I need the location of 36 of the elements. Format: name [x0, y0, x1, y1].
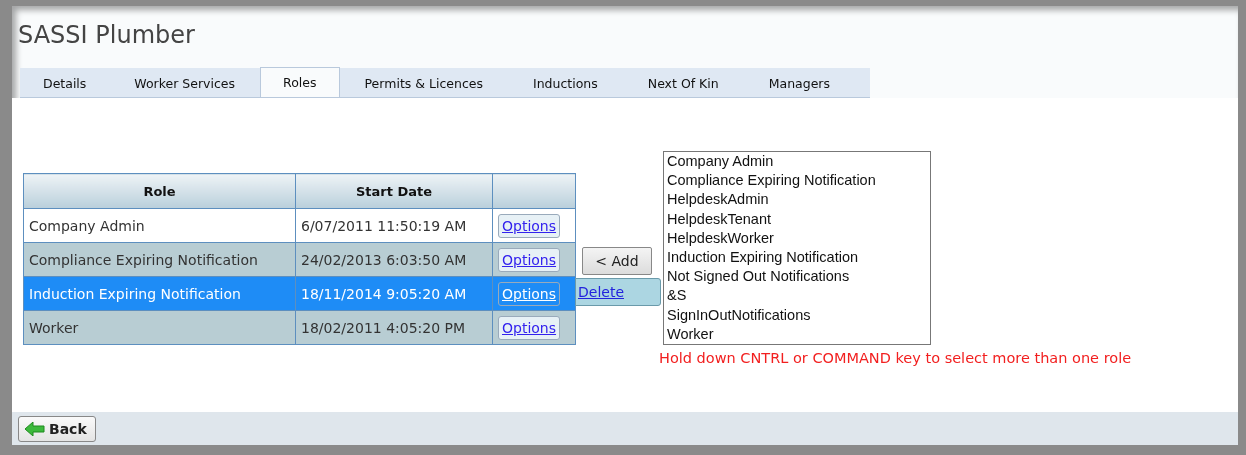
add-button[interactable]: < Add: [582, 247, 652, 275]
hint-text: Hold down CNTRL or COMMAND key to select more than one role: [659, 350, 1132, 366]
tab[interactable]: Inductions: [508, 68, 623, 97]
list-item[interactable]: Compliance Expiring Notification: [667, 171, 927, 191]
table-cell: 18/02/2011 4:05:20 PM: [295, 310, 493, 345]
arrow-left-icon: [25, 421, 45, 436]
options-link[interactable]: Options: [498, 213, 561, 238]
list-item[interactable]: SignInOutNotifications: [667, 305, 927, 325]
options-link[interactable]: Options: [498, 315, 561, 340]
list-item[interactable]: Induction Expiring Notification: [667, 248, 927, 268]
list-item[interactable]: HelpdeskWorker: [667, 228, 927, 248]
back-button[interactable]: Back: [18, 415, 96, 442]
table-cell: 24/02/2013 6:03:50 AM: [295, 242, 493, 277]
tab[interactable]: Managers: [743, 68, 855, 97]
table-cell: 18/11/2014 9:05:20 AM: [295, 276, 493, 311]
window-title: SASSI Plumber: [17, 20, 196, 51]
tab[interactable]: Permits & Licences: [339, 68, 508, 97]
table-cell: Worker: [23, 310, 296, 345]
list-item[interactable]: &S: [667, 286, 927, 306]
list-item[interactable]: HelpdeskTenant: [667, 209, 927, 229]
list-item[interactable]: Not Signed Out Notifications: [667, 267, 927, 287]
options-link[interactable]: Options: [498, 247, 561, 272]
column-header: Role: [23, 173, 296, 209]
table-cell: Induction Expiring Notification: [23, 276, 296, 311]
tab[interactable]: Next Of Kin: [622, 68, 744, 97]
list-item[interactable]: HelpdeskAdmin: [667, 190, 927, 210]
tab[interactable]: Worker Services: [109, 68, 261, 97]
list-item[interactable]: Company Admin: [667, 152, 927, 172]
table-cell: Company Admin: [23, 208, 296, 243]
tab[interactable]: Details: [20, 68, 110, 97]
list-item[interactable]: Worker: [667, 324, 927, 345]
table-cell: 6/07/2011 11:50:19 AM: [295, 208, 493, 243]
tab[interactable]: Roles: [260, 67, 340, 97]
menu-item[interactable]: Delete: [578, 284, 624, 300]
column-header: Start Date: [295, 173, 493, 209]
table-cell: Compliance Expiring Notification: [23, 242, 296, 277]
